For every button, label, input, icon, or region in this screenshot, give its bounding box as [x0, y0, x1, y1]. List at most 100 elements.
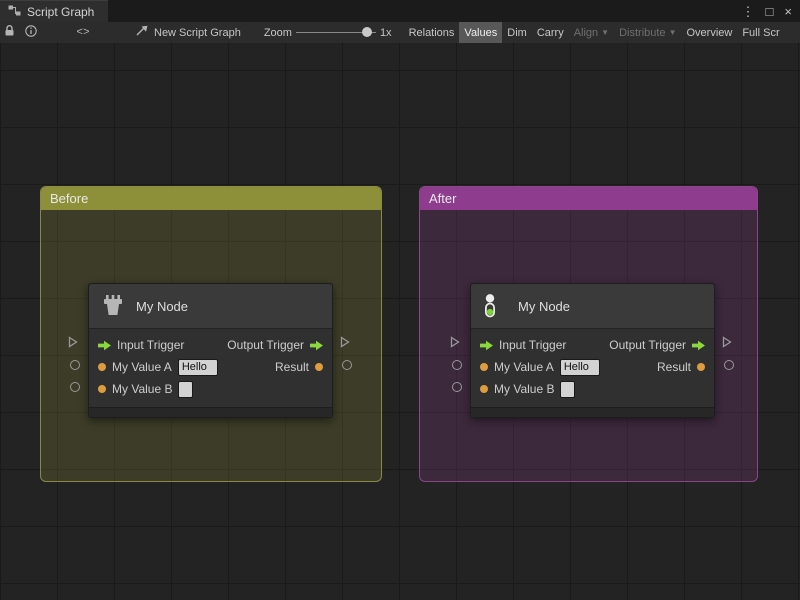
code-icon: <>: [76, 26, 90, 39]
value-a-port[interactable]: My Value A: [480, 358, 600, 376]
script-graph-tab-icon: [8, 5, 21, 19]
value-a-input[interactable]: [177, 358, 218, 376]
distribute-button[interactable]: Distribute ▼: [614, 22, 681, 43]
output-trigger-label: Output Trigger: [227, 338, 304, 352]
zoom-slider[interactable]: [295, 22, 376, 43]
value-port-icon: [480, 363, 488, 371]
value-port-icon: [697, 363, 705, 371]
result-label: Result: [274, 360, 309, 374]
kebab-menu-icon[interactable]: ⋮: [742, 5, 755, 18]
external-result-port[interactable]: [724, 360, 734, 370]
external-output-trigger-port[interactable]: [722, 336, 732, 348]
dim-button[interactable]: Dim: [502, 22, 532, 43]
input-trigger-label: Input Trigger: [117, 338, 185, 352]
tab-script-graph[interactable]: Script Graph: [0, 0, 109, 22]
group-after-header[interactable]: After: [420, 187, 757, 210]
group-before-header[interactable]: Before: [41, 187, 381, 210]
output-trigger-label: Output Trigger: [609, 338, 686, 352]
trigger-arrow-icon: [98, 340, 111, 351]
distribute-label: Distribute: [619, 26, 666, 39]
value-port-icon: [315, 363, 323, 371]
tab-title: Script Graph: [27, 4, 95, 19]
external-value-b-port[interactable]: [70, 382, 80, 392]
relations-label: Relations: [408, 26, 455, 39]
external-output-trigger-port[interactable]: [340, 336, 350, 348]
value-b-label: My Value B: [494, 382, 555, 396]
value-a-label: My Value A: [494, 360, 554, 374]
external-result-port[interactable]: [342, 360, 352, 370]
circle-port-icon: [70, 360, 80, 370]
circle-port-icon: [342, 360, 352, 370]
value-port-icon: [480, 385, 488, 393]
value-a-row: My Value A Result: [89, 356, 332, 378]
chevron-down-icon: ▼: [601, 28, 610, 37]
maximize-icon[interactable]: □: [766, 5, 774, 18]
value-b-row: My Value B: [89, 378, 332, 400]
value-a-row: My Value A Result: [471, 356, 714, 378]
trigger-row: Input Trigger Output Trigger: [471, 334, 714, 356]
node-title: My Node: [518, 298, 571, 314]
node-my-node-before[interactable]: My Node Input Trigger Output Trigger My …: [88, 283, 333, 418]
node-header[interactable]: My Node: [471, 284, 714, 329]
value-b-input[interactable]: [178, 380, 194, 398]
circle-port-icon: [452, 382, 462, 392]
code-view-button[interactable]: <>: [68, 22, 98, 43]
input-trigger-label: Input Trigger: [499, 338, 567, 352]
node-header[interactable]: My Node: [89, 284, 332, 329]
node-wrap-after: My Node Input Trigger Output Trigger My …: [450, 283, 734, 418]
overview-button[interactable]: Overview: [681, 22, 737, 43]
result-port[interactable]: Result: [657, 360, 705, 374]
circle-port-icon: [70, 382, 80, 392]
node-footer: [471, 407, 714, 417]
external-value-a-port[interactable]: [452, 360, 462, 370]
carry-label: Carry: [536, 26, 564, 39]
dim-label: Dim: [507, 26, 527, 39]
value-a-input[interactable]: [559, 358, 600, 376]
output-trigger-port[interactable]: Output Trigger: [227, 338, 323, 352]
overview-label: Overview: [686, 26, 733, 39]
trigger-arrow-icon: [310, 340, 323, 351]
node-body: Input Trigger Output Trigger My Value A: [89, 329, 332, 407]
node-wrap-before: My Node Input Trigger Output Trigger My …: [68, 283, 352, 418]
graph-name-button[interactable]: New Script Graph: [130, 22, 246, 43]
carry-button[interactable]: Carry: [532, 22, 569, 43]
zoom-value: 1x: [379, 26, 392, 39]
value-a-label: My Value A: [112, 360, 172, 374]
group-after-title: After: [429, 191, 457, 206]
external-value-b-port[interactable]: [452, 382, 462, 392]
node-my-node-after[interactable]: My Node Input Trigger Output Trigger My …: [470, 283, 715, 418]
node-body: Input Trigger Output Trigger My Value A: [471, 329, 714, 407]
node-title: My Node: [136, 298, 189, 314]
fullscreen-button[interactable]: Full Scr: [737, 22, 784, 43]
values-button[interactable]: Values: [459, 22, 503, 43]
external-value-a-port[interactable]: [70, 360, 80, 370]
value-b-port[interactable]: My Value B: [98, 380, 194, 398]
close-icon[interactable]: ×: [784, 5, 792, 18]
external-input-trigger-port[interactable]: [450, 336, 460, 348]
my-node-legacy-icon: [100, 292, 126, 321]
info-icon: [25, 25, 37, 40]
value-port-icon: [98, 385, 106, 393]
zoom-slider-handle[interactable]: [361, 27, 372, 37]
value-b-port[interactable]: My Value B: [480, 380, 576, 398]
value-b-input[interactable]: [560, 380, 576, 398]
external-input-trigger-port[interactable]: [68, 336, 78, 348]
output-trigger-port[interactable]: Output Trigger: [609, 338, 705, 352]
relations-button[interactable]: Relations: [404, 22, 460, 43]
graph-canvas[interactable]: Before After My Node Input Trigger Outpu…: [0, 43, 800, 600]
result-port[interactable]: Result: [275, 360, 323, 374]
chevron-down-icon: ▼: [668, 28, 677, 37]
trigger-arrow-icon: [692, 340, 705, 351]
window-controls: ⋮ □ ×: [742, 0, 800, 22]
values-label: Values: [464, 26, 498, 39]
circle-port-icon: [724, 360, 734, 370]
script-graph-window: Script Graph ⋮ □ × <> New Script Graph Z…: [0, 0, 800, 600]
zoom-label: Zoom: [263, 26, 292, 39]
my-node-toggle-icon: [482, 292, 508, 321]
lock-button[interactable]: [0, 22, 18, 43]
input-trigger-port[interactable]: Input Trigger: [98, 338, 184, 352]
input-trigger-port[interactable]: Input Trigger: [480, 338, 566, 352]
info-button[interactable]: [18, 22, 44, 43]
value-a-port[interactable]: My Value A: [98, 358, 218, 376]
align-button[interactable]: Align ▼: [569, 22, 614, 43]
